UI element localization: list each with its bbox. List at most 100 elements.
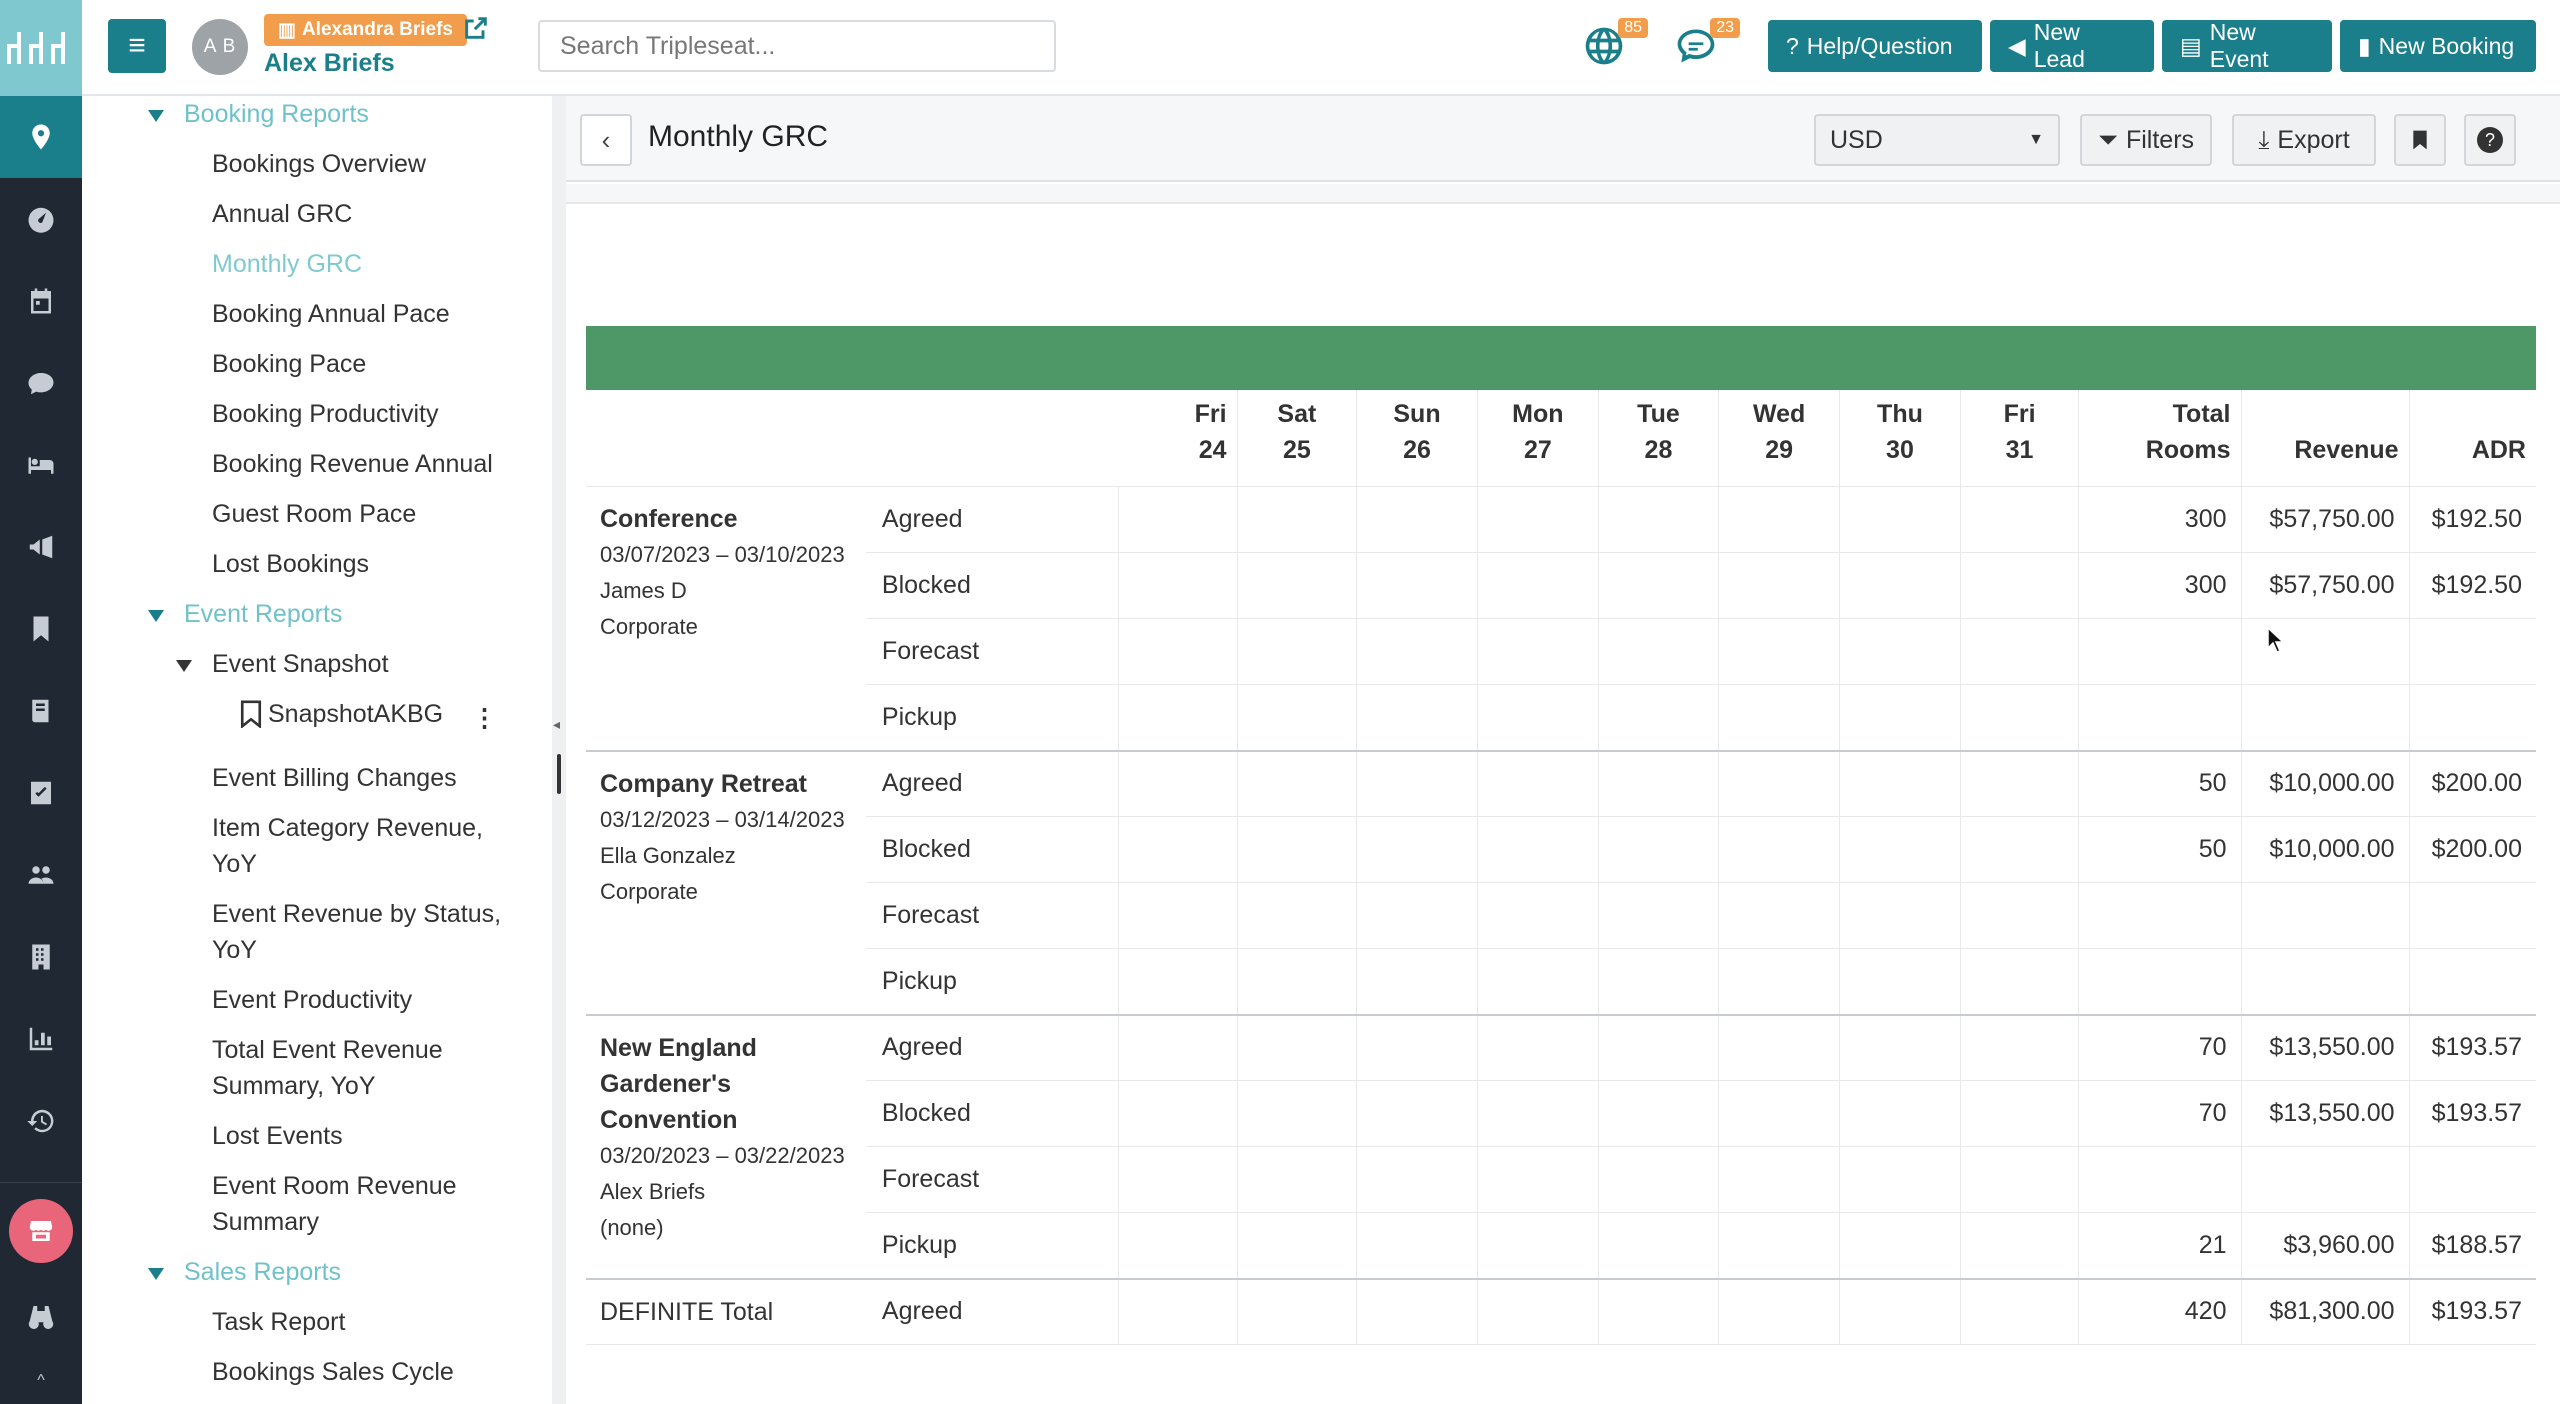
chart-icon[interactable] [0, 998, 82, 1080]
tripleseat-logo[interactable] [0, 0, 82, 96]
new-event-button[interactable]: ▤ New Event [2162, 19, 2332, 72]
mouse-cursor-icon [2267, 626, 2285, 653]
table-row: Conference 03/07/2023 – 03/10/2023 James… [586, 486, 2536, 752]
top-bar: ≡ A B ▥ Alexandra Briefs Alex Briefs 85 … [82, 0, 2560, 96]
hamburger-menu-button[interactable]: ≡ [108, 19, 166, 73]
event-segment: (none) [600, 1214, 664, 1240]
nav-event-room-revenue[interactable]: Event Room Revenue [212, 1168, 457, 1204]
nav-monthly-grc[interactable]: Monthly GRC [212, 246, 362, 282]
export-button[interactable]: ⤓ Export [2232, 114, 2376, 166]
nav-event-snapshot[interactable]: Event Snapshot [212, 646, 389, 682]
megaphone-icon[interactable] [0, 506, 82, 588]
new-event-label: New Event [2209, 19, 2269, 72]
event-name-line-3[interactable]: Convention [600, 1102, 852, 1138]
chat-notifications[interactable]: 23 [1674, 18, 1740, 72]
revenue-cell: $10,000.00 [2241, 750, 2410, 817]
nav-total-event-revenue-line2[interactable]: Summary, YoY [212, 1068, 376, 1104]
rail-collapse-caret[interactable]: ^ [0, 1372, 82, 1390]
nav-event-room-revenue-line2[interactable]: Summary [212, 1204, 319, 1240]
nav-lost-events[interactable]: Lost Events [212, 1118, 343, 1154]
total-rooms-cell: 300 [2078, 552, 2242, 619]
col-adr: ADR [2409, 390, 2536, 487]
nav-bookings-sales-cycle[interactable]: Bookings Sales Cycle [212, 1354, 454, 1390]
users-icon[interactable] [0, 834, 82, 916]
building-icon[interactable] [0, 916, 82, 998]
adr-cell: $193.57 [2409, 1080, 2536, 1147]
total-rooms-cell [2078, 684, 2242, 752]
kebab-menu-icon[interactable]: ⋮ [472, 700, 497, 736]
section-booking-reports[interactable]: Booking Reports [184, 96, 369, 132]
checklist-icon[interactable] [0, 752, 82, 834]
new-booking-button[interactable]: ▮ New Booking [2340, 20, 2536, 72]
bookmark-icon[interactable] [0, 588, 82, 670]
table-row: Pickup [586, 948, 2536, 1016]
nav-lost-bookings[interactable]: Lost Bookings [212, 546, 369, 582]
filters-button[interactable]: ⏷ Filters [2080, 114, 2212, 166]
nav-event-revenue-by-status[interactable]: Event Revenue by Status, [212, 896, 501, 932]
collapse-sidebar-icon[interactable]: ◂ [553, 716, 560, 733]
event-dates: 03/12/2023 – 03/14/2023 [600, 806, 845, 832]
bookmark-button[interactable] [2394, 114, 2446, 166]
header-blank [586, 390, 1119, 487]
nav-event-revenue-by-status-line2[interactable]: YoY [212, 932, 257, 968]
nav-bookings-overview[interactable]: Bookings Overview [212, 146, 426, 182]
caret-down-icon[interactable] [148, 110, 164, 122]
currency-select[interactable]: USD ▼ [1814, 114, 2060, 166]
event-name[interactable]: Company Retreat [600, 766, 852, 802]
nav-item-category-revenue[interactable]: Item Category Revenue, [212, 810, 483, 846]
nav-annual-grc[interactable]: Annual GRC [212, 196, 352, 232]
nav-booking-annual-pace[interactable]: Booking Annual Pace [212, 296, 450, 332]
grc-table: Fri 24 Sat 25 Sun 26 Mon 27 Tue 28 Wed 29 Thu 3… [586, 390, 2536, 1345]
row-type: Forecast [865, 618, 1119, 685]
total-row: DEFINITE Total Agreed 420 $81,300.00 $19… [586, 1278, 2536, 1345]
nav-item-category-revenue-line2[interactable]: YoY [212, 846, 257, 882]
nav-booking-revenue-annual[interactable]: Booking Revenue Annual [212, 446, 493, 482]
nav-task-report[interactable]: Task Report [212, 1304, 345, 1340]
caret-down-icon[interactable] [148, 610, 164, 622]
search-input[interactable] [538, 20, 1056, 72]
nav-event-productivity[interactable]: Event Productivity [212, 982, 412, 1018]
total-rooms-cell [2078, 948, 2242, 1016]
bed-icon[interactable] [0, 424, 82, 506]
horizontal-scroll-area[interactable] [566, 184, 2560, 204]
col-day-7: Thu 30 [1839, 390, 1961, 487]
back-button[interactable]: ‹ [580, 114, 632, 166]
col-day-3: Sun 26 [1356, 390, 1478, 487]
history-icon[interactable] [0, 1080, 82, 1162]
help-button[interactable]: ? [2464, 114, 2516, 166]
nav-booking-productivity[interactable]: Booking Productivity [212, 396, 439, 432]
book-icon[interactable] [0, 670, 82, 752]
event-name-line-1[interactable]: New England [600, 1030, 852, 1066]
chat-icon[interactable] [0, 342, 82, 424]
row-type: Blocked [865, 816, 1119, 883]
dashboard-icon[interactable] [0, 178, 82, 260]
section-sales-reports[interactable]: Sales Reports [184, 1254, 341, 1290]
nav-total-event-revenue[interactable]: Total Event Revenue [212, 1032, 443, 1068]
chat-count-badge: 23 [1710, 18, 1740, 38]
col-day-4: Mon 27 [1477, 390, 1599, 487]
caret-down-icon[interactable] [148, 1268, 164, 1280]
nav-booking-pace[interactable]: Booking Pace [212, 346, 366, 382]
calendar-icon[interactable] [0, 260, 82, 342]
section-event-reports[interactable]: Event Reports [184, 596, 342, 632]
new-lead-button[interactable]: ◀ New Lead [1990, 19, 2154, 72]
resize-handle[interactable] [557, 754, 561, 794]
nav-event-billing-changes[interactable]: Event Billing Changes [212, 760, 457, 796]
adr-cell: $188.57 [2409, 1212, 2536, 1280]
storefront-icon[interactable] [9, 1199, 73, 1263]
globe-notifications[interactable]: 85 [1582, 18, 1648, 72]
nav-snapshot-saved[interactable]: SnapshotAKBG [268, 696, 443, 732]
external-link-icon[interactable] [462, 14, 490, 42]
avatar[interactable]: A B [192, 19, 248, 75]
location-icon[interactable] [0, 96, 82, 178]
sidebar-resizer[interactable] [552, 96, 566, 1404]
caret-down-icon[interactable] [176, 660, 192, 672]
event-name-line-2[interactable]: Gardener's [600, 1066, 852, 1102]
binoculars-icon[interactable] [0, 1275, 82, 1357]
location-badge[interactable]: ▥ Alexandra Briefs [264, 14, 467, 46]
user-name[interactable]: Alex Briefs [264, 49, 395, 78]
event-name[interactable]: Conference [600, 501, 852, 537]
total-rooms-cell: 50 [2078, 750, 2242, 817]
nav-guest-room-pace[interactable]: Guest Room Pace [212, 496, 416, 532]
help-question-button[interactable]: ? Help/Question [1768, 20, 1982, 72]
